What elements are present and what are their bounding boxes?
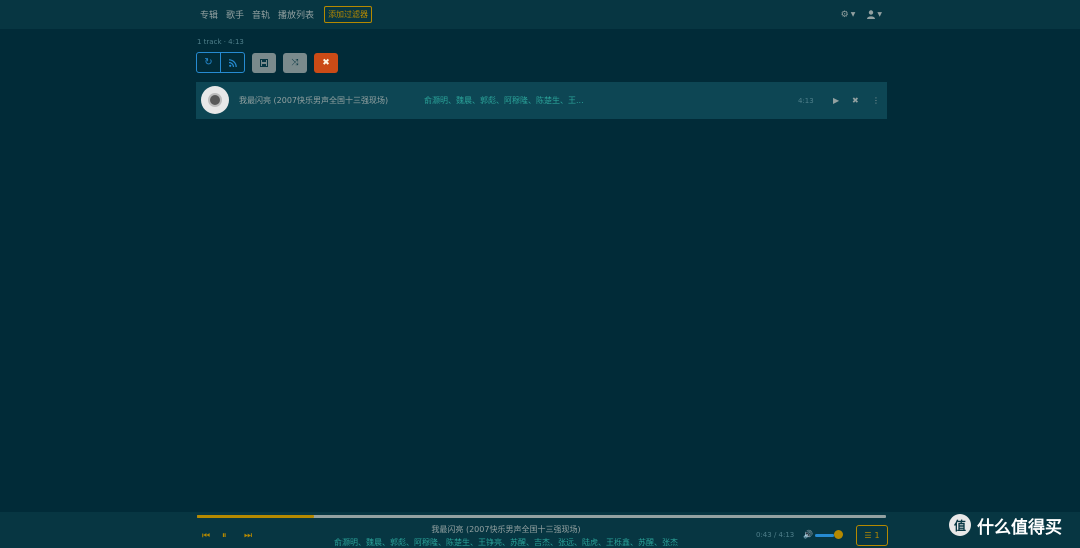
user-menu[interactable]: ▼ [867,10,882,19]
nav-link-artists[interactable]: 歌手 [226,8,244,21]
refresh-rss-group: ↻ [196,52,245,73]
track-row[interactable]: 我最闪亮 (2007快乐男声全国十三强现场) 俞灏明、魏晨、郭彪、阿穆隆、陈楚生… [196,82,887,119]
rss-button[interactable] [220,53,244,72]
refresh-button[interactable]: ↻ [197,53,220,72]
track-duration: 4:13 [798,96,814,105]
track-artists[interactable]: 俞灏明、魏晨、郭彪、阿穆隆、陈楚生、王... [424,95,584,106]
track-menu-icon[interactable]: ⋮ [872,96,880,105]
volume-fill [815,534,834,537]
playback-time: 0:43 / 4:13 [756,531,795,539]
player-bar: ⏮ ⏸ ⏭ 我最闪亮 (2007快乐男声全国十三强现场) 俞灏明、魏晨、郭彪、阿… [0,512,1080,548]
clear-queue-button[interactable]: ✖ [314,52,338,73]
caret-down-icon: ▼ [850,11,856,18]
rss-icon [228,58,237,67]
save-icon [260,58,268,67]
queue-count: 1 [874,531,880,540]
progress-fill [197,515,315,518]
play-track-icon[interactable]: ▶ [833,96,839,105]
remove-track-icon[interactable]: ✖ [852,96,859,105]
shuffle-button[interactable]: ⤨ [283,52,307,73]
queue-summary: 1 track · 4:13 [197,38,244,46]
user-icon [867,10,876,19]
nav-right: ⚙ ▼ ▼ [841,0,882,29]
top-navbar: 专辑 歌手 音轨 播放列表 添加过滤器 ⚙ ▼ ▼ [0,0,1080,29]
caret-down-icon: ▼ [877,11,882,18]
watermark-logo: 值 [949,514,971,536]
volume-knob[interactable] [834,530,843,539]
nav-links: 专辑 歌手 音轨 播放列表 添加过滤器 [200,0,373,29]
disc-center [208,93,222,107]
watermark-text: 什么值得买 [977,517,1062,538]
nav-link-playlists[interactable]: 播放列表 [278,8,314,21]
nav-link-albums[interactable]: 专辑 [200,8,218,21]
queue-toolbar: ↻ ⤨ ✖ [196,52,338,73]
album-art-disc-icon [201,86,229,114]
watermark: 值 什么值得买 [949,512,1062,538]
volume-icon[interactable]: 🔊 [803,530,813,539]
progress-bar[interactable] [197,515,886,518]
refresh-icon: ↻ [204,57,213,68]
shuffle-icon: ⤨ [291,57,299,68]
list-icon: ☰ [864,531,872,540]
track-title[interactable]: 我最闪亮 (2007快乐男声全国十三强现场) [239,95,388,106]
save-playlist-button[interactable] [252,52,276,73]
add-filter-button[interactable]: 添加过滤器 [324,6,373,23]
nav-link-tracks[interactable]: 音轨 [252,8,270,21]
clear-icon: ✖ [322,57,330,68]
settings-menu[interactable]: ⚙ ▼ [841,10,856,20]
gears-icon: ⚙ [840,9,849,20]
queue-button[interactable]: ☰ 1 [856,525,888,546]
